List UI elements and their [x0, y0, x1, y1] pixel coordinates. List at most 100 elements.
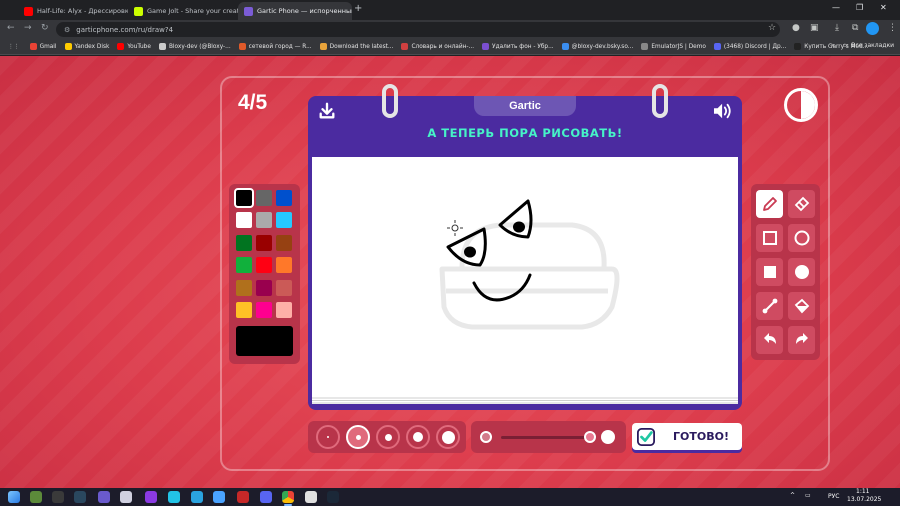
- all-bookmarks-button[interactable]: ▭ Все закладки: [843, 42, 894, 49]
- telegram-icon[interactable]: [191, 491, 203, 503]
- app-icon[interactable]: [98, 491, 110, 503]
- color-swatch[interactable]: [276, 302, 292, 318]
- clock-time[interactable]: 1:11: [856, 488, 869, 495]
- color-swatch[interactable]: [256, 280, 272, 296]
- extension-icon[interactable]: ●: [792, 23, 800, 33]
- more-bookmarks-icon[interactable]: »: [831, 42, 835, 49]
- tab-half-life[interactable]: Half-Life: Alyx - Дрессировка · ×: [18, 2, 128, 20]
- line-tool-button[interactable]: [756, 292, 783, 320]
- color-swatch[interactable]: [276, 212, 292, 228]
- brush-size-option[interactable]: [376, 425, 400, 449]
- keyboard-language[interactable]: РУС: [828, 493, 839, 500]
- color-swatch[interactable]: [236, 257, 252, 273]
- bookmark-bloxy-dev[interactable]: Bloxy-dev (@Bloxy-...: [158, 43, 231, 50]
- color-swatch[interactable]: [256, 212, 272, 228]
- forward-button[interactable]: →: [24, 23, 32, 33]
- fill-tool-button[interactable]: [788, 292, 815, 320]
- color-swatch[interactable]: [234, 188, 254, 208]
- redo-button[interactable]: [788, 326, 815, 354]
- app-icon[interactable]: [237, 491, 249, 503]
- brush-size-option[interactable]: [346, 425, 370, 449]
- reload-button[interactable]: ↻: [41, 23, 49, 33]
- steam-icon[interactable]: [74, 491, 86, 503]
- remove-bg-icon: [482, 43, 490, 50]
- bookmark-bsky[interactable]: @bloxy-dev.bsky.so...: [561, 43, 633, 50]
- app-icon[interactable]: [145, 491, 157, 503]
- color-swatch[interactable]: [256, 302, 272, 318]
- canvas-drawing: [439, 199, 620, 330]
- notebook-ring-left: [382, 84, 398, 118]
- color-swatch[interactable]: [256, 235, 272, 251]
- opacity-slider-handle[interactable]: [584, 431, 596, 443]
- tab-gartic-phone[interactable]: Gartic Phone — испорченный ×: [238, 2, 352, 20]
- bookmark-star-icon[interactable]: ☆: [768, 23, 776, 33]
- color-swatch[interactable]: [256, 190, 272, 206]
- network-icon[interactable]: ▭: [805, 492, 811, 499]
- color-swatch[interactable]: [276, 257, 292, 273]
- ellipse-tool-button[interactable]: [788, 224, 815, 252]
- bookmark-download[interactable]: Download the latest...: [319, 43, 393, 50]
- color-swatch[interactable]: [276, 280, 292, 296]
- circle-filled-icon: [794, 265, 809, 279]
- bookmark-emulatorjs[interactable]: EmulatorJS | Demo: [641, 43, 706, 50]
- bookmark-yandex-disk[interactable]: Yandex Disk: [64, 43, 109, 50]
- site-info-icon[interactable]: ⚙: [64, 26, 70, 34]
- download-icon[interactable]: [318, 102, 336, 120]
- bookmark-discord[interactable]: (3468) Discord | Др...: [713, 43, 786, 50]
- new-tab-button[interactable]: +: [354, 3, 362, 14]
- discord-icon[interactable]: [260, 491, 272, 503]
- pencil-tool-button[interactable]: [756, 190, 783, 218]
- bookmark-gmail[interactable]: Gmail: [29, 43, 57, 50]
- profile-avatar[interactable]: [866, 22, 879, 35]
- chrome-icon[interactable]: [282, 491, 294, 503]
- app-icon[interactable]: [305, 491, 317, 503]
- github-icon: [158, 43, 166, 50]
- sound-icon[interactable]: [712, 102, 734, 120]
- color-swatch[interactable]: [236, 302, 252, 318]
- color-swatch[interactable]: [276, 235, 292, 251]
- tray-chevron-icon[interactable]: ^: [790, 492, 795, 499]
- filled-ellipse-tool-button[interactable]: [788, 258, 815, 286]
- omnibox[interactable]: ⚙ garticphone.com/ru/draw?4: [56, 22, 780, 37]
- app-icon[interactable]: [120, 491, 132, 503]
- game-app-icon[interactable]: [52, 491, 64, 503]
- color-swatch[interactable]: [276, 190, 292, 206]
- color-swatch[interactable]: [236, 280, 252, 296]
- app-icon[interactable]: [168, 491, 180, 503]
- eraser-tool-button[interactable]: [788, 190, 815, 218]
- extension-icon[interactable]: ▣: [810, 23, 819, 33]
- color-swatch[interactable]: [236, 235, 252, 251]
- steam-icon[interactable]: [327, 491, 339, 503]
- done-button[interactable]: ГОТОВО!: [632, 423, 742, 450]
- brush-size-option[interactable]: [316, 425, 340, 449]
- filled-rectangle-tool-button[interactable]: [756, 258, 783, 286]
- start-icon[interactable]: [8, 491, 20, 503]
- color-swatch[interactable]: [236, 212, 252, 228]
- window-close-button[interactable]: ✕: [880, 3, 887, 12]
- undo-button[interactable]: [756, 326, 783, 354]
- contrast-toggle-button[interactable]: [784, 88, 818, 122]
- current-color-preview[interactable]: [236, 326, 293, 356]
- brush-size-option[interactable]: [406, 425, 430, 449]
- color-swatch[interactable]: [256, 257, 272, 273]
- download-icon[interactable]: ⤓: [835, 23, 839, 33]
- minecraft-icon[interactable]: [30, 491, 42, 503]
- back-button[interactable]: ←: [7, 23, 15, 33]
- drawing-canvas[interactable]: [312, 157, 738, 400]
- bookmark-youtube[interactable]: YouTube: [117, 43, 151, 50]
- apps-icon[interactable]: ⋮⋮: [8, 44, 20, 50]
- tab-game-jolt[interactable]: Game Jolt - Share your creatio ×: [128, 2, 238, 20]
- opacity-track[interactable]: [501, 436, 591, 439]
- clock-date[interactable]: 13.07.2025: [847, 496, 881, 503]
- bookmark-remove-bg[interactable]: Удалить фон - Убр...: [482, 43, 554, 50]
- download-site-icon: [319, 43, 327, 50]
- bookmark-dictionary[interactable]: Словарь и онлайн-...: [401, 43, 474, 50]
- brush-size-option[interactable]: [436, 425, 460, 449]
- maximize-button[interactable]: ❐: [856, 3, 863, 12]
- app-icon[interactable]: [213, 491, 225, 503]
- extensions-icon[interactable]: ⧉: [852, 23, 858, 33]
- minimize-button[interactable]: —: [832, 3, 840, 12]
- menu-icon[interactable]: ⋮: [888, 23, 897, 33]
- rectangle-tool-button[interactable]: [756, 224, 783, 252]
- bookmark-school[interactable]: сетевой город — R...: [238, 43, 312, 50]
